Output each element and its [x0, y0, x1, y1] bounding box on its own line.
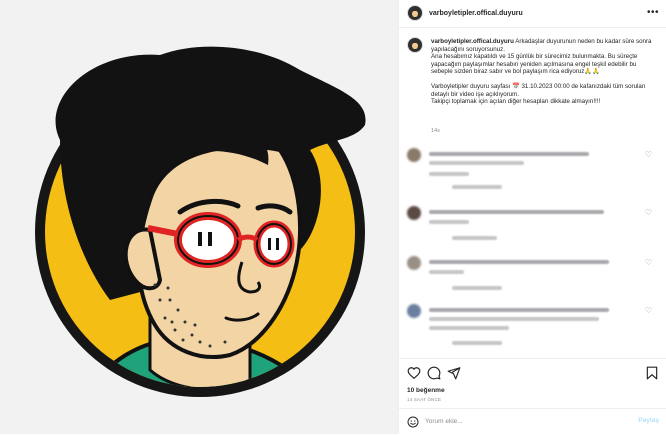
post-header: varboyletipler.offical.duyuru •••: [399, 0, 666, 28]
send-icon[interactable]: [447, 366, 461, 380]
list-item: ♡: [407, 206, 652, 246]
comment-input[interactable]: [425, 415, 605, 428]
comment-bar: Paylaş: [399, 408, 666, 434]
caption-announcement: Varboyletipler duyuru sayfası 📅 31.10.20…: [431, 82, 646, 98]
post-timestamp: 14 SAAT ÖNCE: [407, 397, 442, 402]
likes-count[interactable]: 10 beğenme: [407, 387, 445, 394]
heart-icon[interactable]: [407, 366, 421, 380]
post-username[interactable]: varboyletipler.offical.duyuru: [429, 10, 523, 17]
heart-icon[interactable]: ♡: [645, 258, 652, 267]
heart-icon[interactable]: ♡: [645, 150, 652, 159]
caption-body: Ana hesabımız kapatıldı ve 15 günlük bir…: [431, 53, 638, 76]
list-item: ♡: [407, 148, 652, 189]
avatar[interactable]: [407, 5, 423, 21]
bookmark-icon[interactable]: [645, 366, 659, 380]
avatar[interactable]: [407, 148, 421, 162]
heart-icon[interactable]: ♡: [645, 306, 652, 315]
avatar[interactable]: [407, 304, 421, 318]
caption-warning: Takipçi toplamak için açılan diğer hesap…: [431, 98, 601, 106]
more-icon[interactable]: •••: [647, 7, 659, 18]
comment-icon[interactable]: [427, 366, 441, 380]
avatar[interactable]: [407, 256, 421, 270]
caption-username[interactable]: varboyletipler.offical.duyuru: [431, 38, 514, 45]
post-caption: varboyletipler.offical.duyuru Arkadaşlar…: [431, 38, 656, 106]
caption-avatar[interactable]: [407, 37, 423, 53]
list-item: ♡: [407, 256, 652, 296]
cartoon-portrait-illustration: [35, 46, 366, 397]
heart-icon[interactable]: ♡: [645, 208, 652, 217]
emoji-icon[interactable]: [407, 416, 419, 428]
post-detail-panel: varboyletipler.offical.duyuru ••• varboy…: [398, 0, 666, 434]
avatar[interactable]: [407, 206, 421, 220]
caption-time: 14s: [431, 128, 440, 134]
post-image[interactable]: [0, 0, 398, 434]
post-comment-button[interactable]: Paylaş: [638, 417, 659, 424]
list-item: ♡: [407, 304, 652, 345]
